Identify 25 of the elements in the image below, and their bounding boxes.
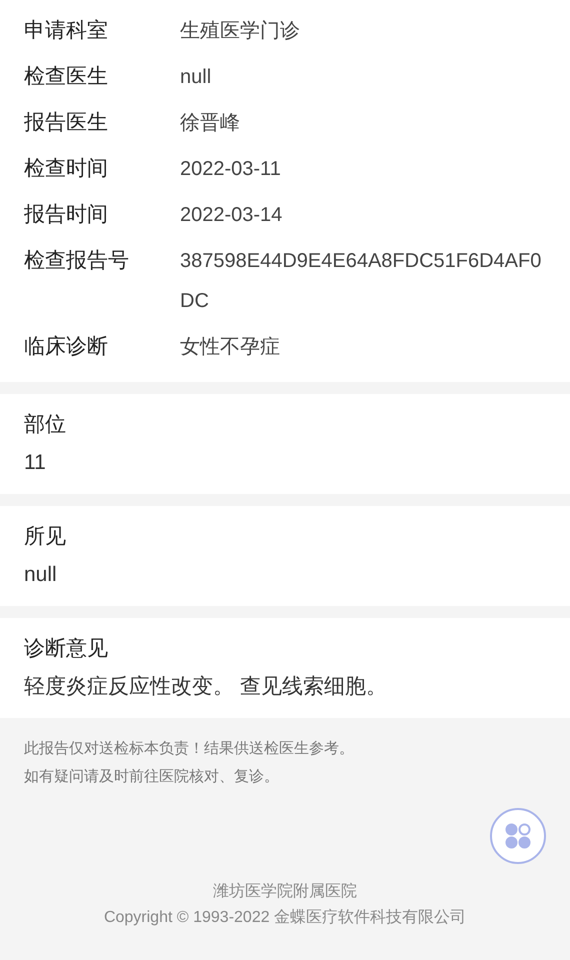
section-title: 诊断意见: [24, 636, 109, 662]
notice-text: 此报告仅对送检标本负责！结果供送检医生参考。: [24, 739, 355, 759]
section-body: 轻度炎症反应性改变。 查见线索细胞。: [24, 674, 388, 700]
field-value: 徐晋峰: [180, 111, 241, 136]
field-label: 检查报告号: [24, 248, 130, 274]
hospital-name: 潍坊医学院附属医院: [213, 882, 357, 902]
field-value: 女性不孕症: [180, 335, 281, 360]
grid-icon: [504, 822, 532, 850]
field-value: 387598E44D9E4E64A8FDC51F6D4AF0DC: [180, 249, 542, 314]
copyright-text: Copyright © 1993-2022 金蝶医疗软件科技有限公司: [104, 908, 466, 928]
notice-text: 如有疑问请及时前往医院核对、复诊。: [24, 767, 280, 787]
field-label: 报告时间: [24, 202, 109, 228]
field-value: 2022-03-11: [180, 157, 282, 182]
section-title: 部位: [24, 412, 67, 438]
field-label: 检查医生: [24, 64, 109, 90]
field-value: 2022-03-14: [180, 203, 284, 228]
section-body: 11: [24, 450, 47, 476]
field-label: 报告医生: [24, 110, 109, 136]
field-label: 申请科室: [24, 18, 109, 44]
field-label: 临床诊断: [24, 334, 109, 360]
field-value: null: [180, 65, 212, 90]
section-title: 所见: [24, 524, 67, 550]
section-body: null: [24, 562, 58, 588]
field-value: 生殖医学门诊: [180, 19, 301, 44]
field-label: 检查时间: [24, 156, 109, 182]
